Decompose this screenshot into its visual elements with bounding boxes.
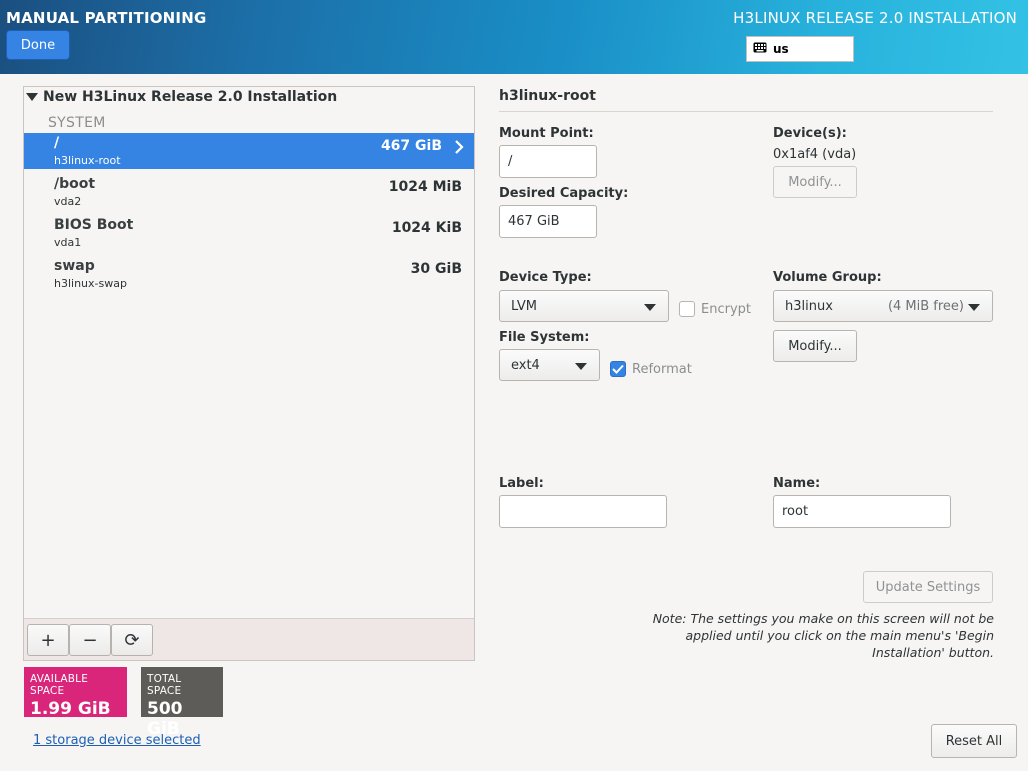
available-space-label: AVAILABLE SPACE	[30, 673, 89, 697]
system-section-label: SYSTEM	[48, 115, 106, 131]
refresh-icon: ⟳	[124, 629, 140, 651]
keyboard-icon	[753, 42, 767, 57]
device-type-select[interactable]: LVM	[499, 290, 669, 322]
label-input[interactable]	[499, 495, 667, 528]
total-space-box: TOTAL SPACE 500 GiB	[141, 667, 223, 739]
mount-point-input[interactable]: /	[499, 145, 597, 178]
reset-all-button[interactable]: Reset All	[931, 724, 1017, 758]
partition-row-boot[interactable]: /boot vda2 1024 MiB	[24, 174, 474, 210]
reformat-checkbox[interactable]: Reformat	[610, 361, 692, 377]
minus-icon: −	[82, 629, 98, 651]
remove-partition-button[interactable]: −	[69, 624, 111, 656]
partition-sub: h3linux-root	[54, 154, 121, 167]
total-space-label: TOTAL SPACE	[147, 673, 182, 697]
page-title: MANUAL PARTITIONING	[6, 9, 207, 27]
volume-group-modify-button[interactable]: Modify...	[773, 330, 857, 362]
partition-row-root[interactable]: / h3linux-root 467 GiB	[24, 133, 474, 169]
label-field-label: Label:	[499, 476, 544, 491]
storage-devices-link[interactable]: 1 storage device selected	[33, 733, 201, 748]
reformat-label: Reformat	[632, 361, 692, 377]
partition-row-bios-boot[interactable]: BIOS Boot vda1 1024 KiB	[24, 215, 474, 251]
partition-size: 1024 MiB	[388, 179, 462, 195]
detail-title: h3linux-root	[499, 88, 596, 104]
partition-list-panel: New H3Linux Release 2.0 Installation SYS…	[23, 86, 475, 661]
partition-size: 467 GiB	[380, 138, 442, 154]
detail-divider	[499, 111, 993, 112]
keyboard-layout-indicator[interactable]: us	[746, 36, 854, 62]
dropdown-arrow-icon	[968, 304, 980, 311]
volume-group-select[interactable]: h3linux (4 MiB free)	[773, 290, 993, 322]
add-partition-button[interactable]: +	[27, 624, 69, 656]
devices-value: 0x1af4 (vda)	[773, 147, 857, 162]
dropdown-arrow-icon	[644, 304, 656, 311]
file-system-value: ext4	[511, 357, 540, 373]
partition-size: 30 GiB	[410, 261, 462, 277]
update-settings-button[interactable]: Update Settings	[863, 571, 993, 603]
device-type-label: Device Type:	[499, 270, 592, 285]
partition-name: BIOS Boot	[54, 217, 134, 233]
desired-capacity-label: Desired Capacity:	[499, 186, 629, 201]
installation-group-title: New H3Linux Release 2.0 Installation	[43, 89, 338, 105]
file-system-select[interactable]: ext4	[499, 349, 600, 381]
installation-group-header[interactable]: New H3Linux Release 2.0 Installation	[26, 89, 337, 105]
devices-modify-button[interactable]: Modify...	[773, 166, 857, 198]
partition-size: 1024 KiB	[391, 220, 462, 236]
available-space-value: 1.99 GiB	[30, 699, 111, 719]
expander-triangle-icon[interactable]	[26, 93, 38, 101]
partition-name: swap	[54, 258, 95, 274]
volume-group-label: Volume Group:	[773, 270, 882, 285]
done-button[interactable]: Done	[6, 30, 70, 60]
chevron-right-icon	[454, 139, 464, 158]
installer-title: H3LINUX RELEASE 2.0 INSTALLATION	[733, 9, 1017, 27]
dropdown-arrow-icon	[575, 363, 587, 370]
checkbox-checked-icon	[610, 361, 626, 377]
plus-icon: +	[40, 629, 56, 651]
encrypt-checkbox[interactable]: Encrypt	[679, 301, 751, 317]
partition-toolbar: + − ⟳	[24, 618, 474, 660]
partition-name: /	[54, 135, 60, 151]
encrypt-label: Encrypt	[701, 301, 751, 317]
name-field-label: Name:	[773, 476, 821, 491]
checkbox-unchecked-icon	[679, 301, 695, 317]
partition-sub: vda2	[54, 195, 82, 208]
file-system-label: File System:	[499, 330, 590, 345]
available-space-box: AVAILABLE SPACE 1.99 GiB	[24, 667, 127, 719]
settings-note: Note: The settings you make on this scre…	[652, 611, 994, 660]
mount-point-label: Mount Point:	[499, 126, 594, 141]
header-bar: MANUAL PARTITIONING Done H3LINUX RELEASE…	[0, 0, 1028, 74]
desired-capacity-input[interactable]: 467 GiB	[499, 205, 597, 238]
volume-group-free: (4 MiB free)	[887, 299, 964, 314]
device-type-value: LVM	[511, 298, 537, 314]
name-input[interactable]: root	[773, 495, 951, 528]
partition-row-swap[interactable]: swap h3linux-swap 30 GiB	[24, 256, 474, 292]
refresh-button[interactable]: ⟳	[111, 624, 153, 656]
partition-name: /boot	[54, 176, 96, 192]
partition-sub: h3linux-swap	[54, 277, 127, 290]
keyboard-layout-label: us	[773, 42, 789, 56]
volume-group-value: h3linux	[785, 298, 833, 314]
partition-sub: vda1	[54, 236, 82, 249]
devices-label: Device(s):	[773, 126, 847, 141]
